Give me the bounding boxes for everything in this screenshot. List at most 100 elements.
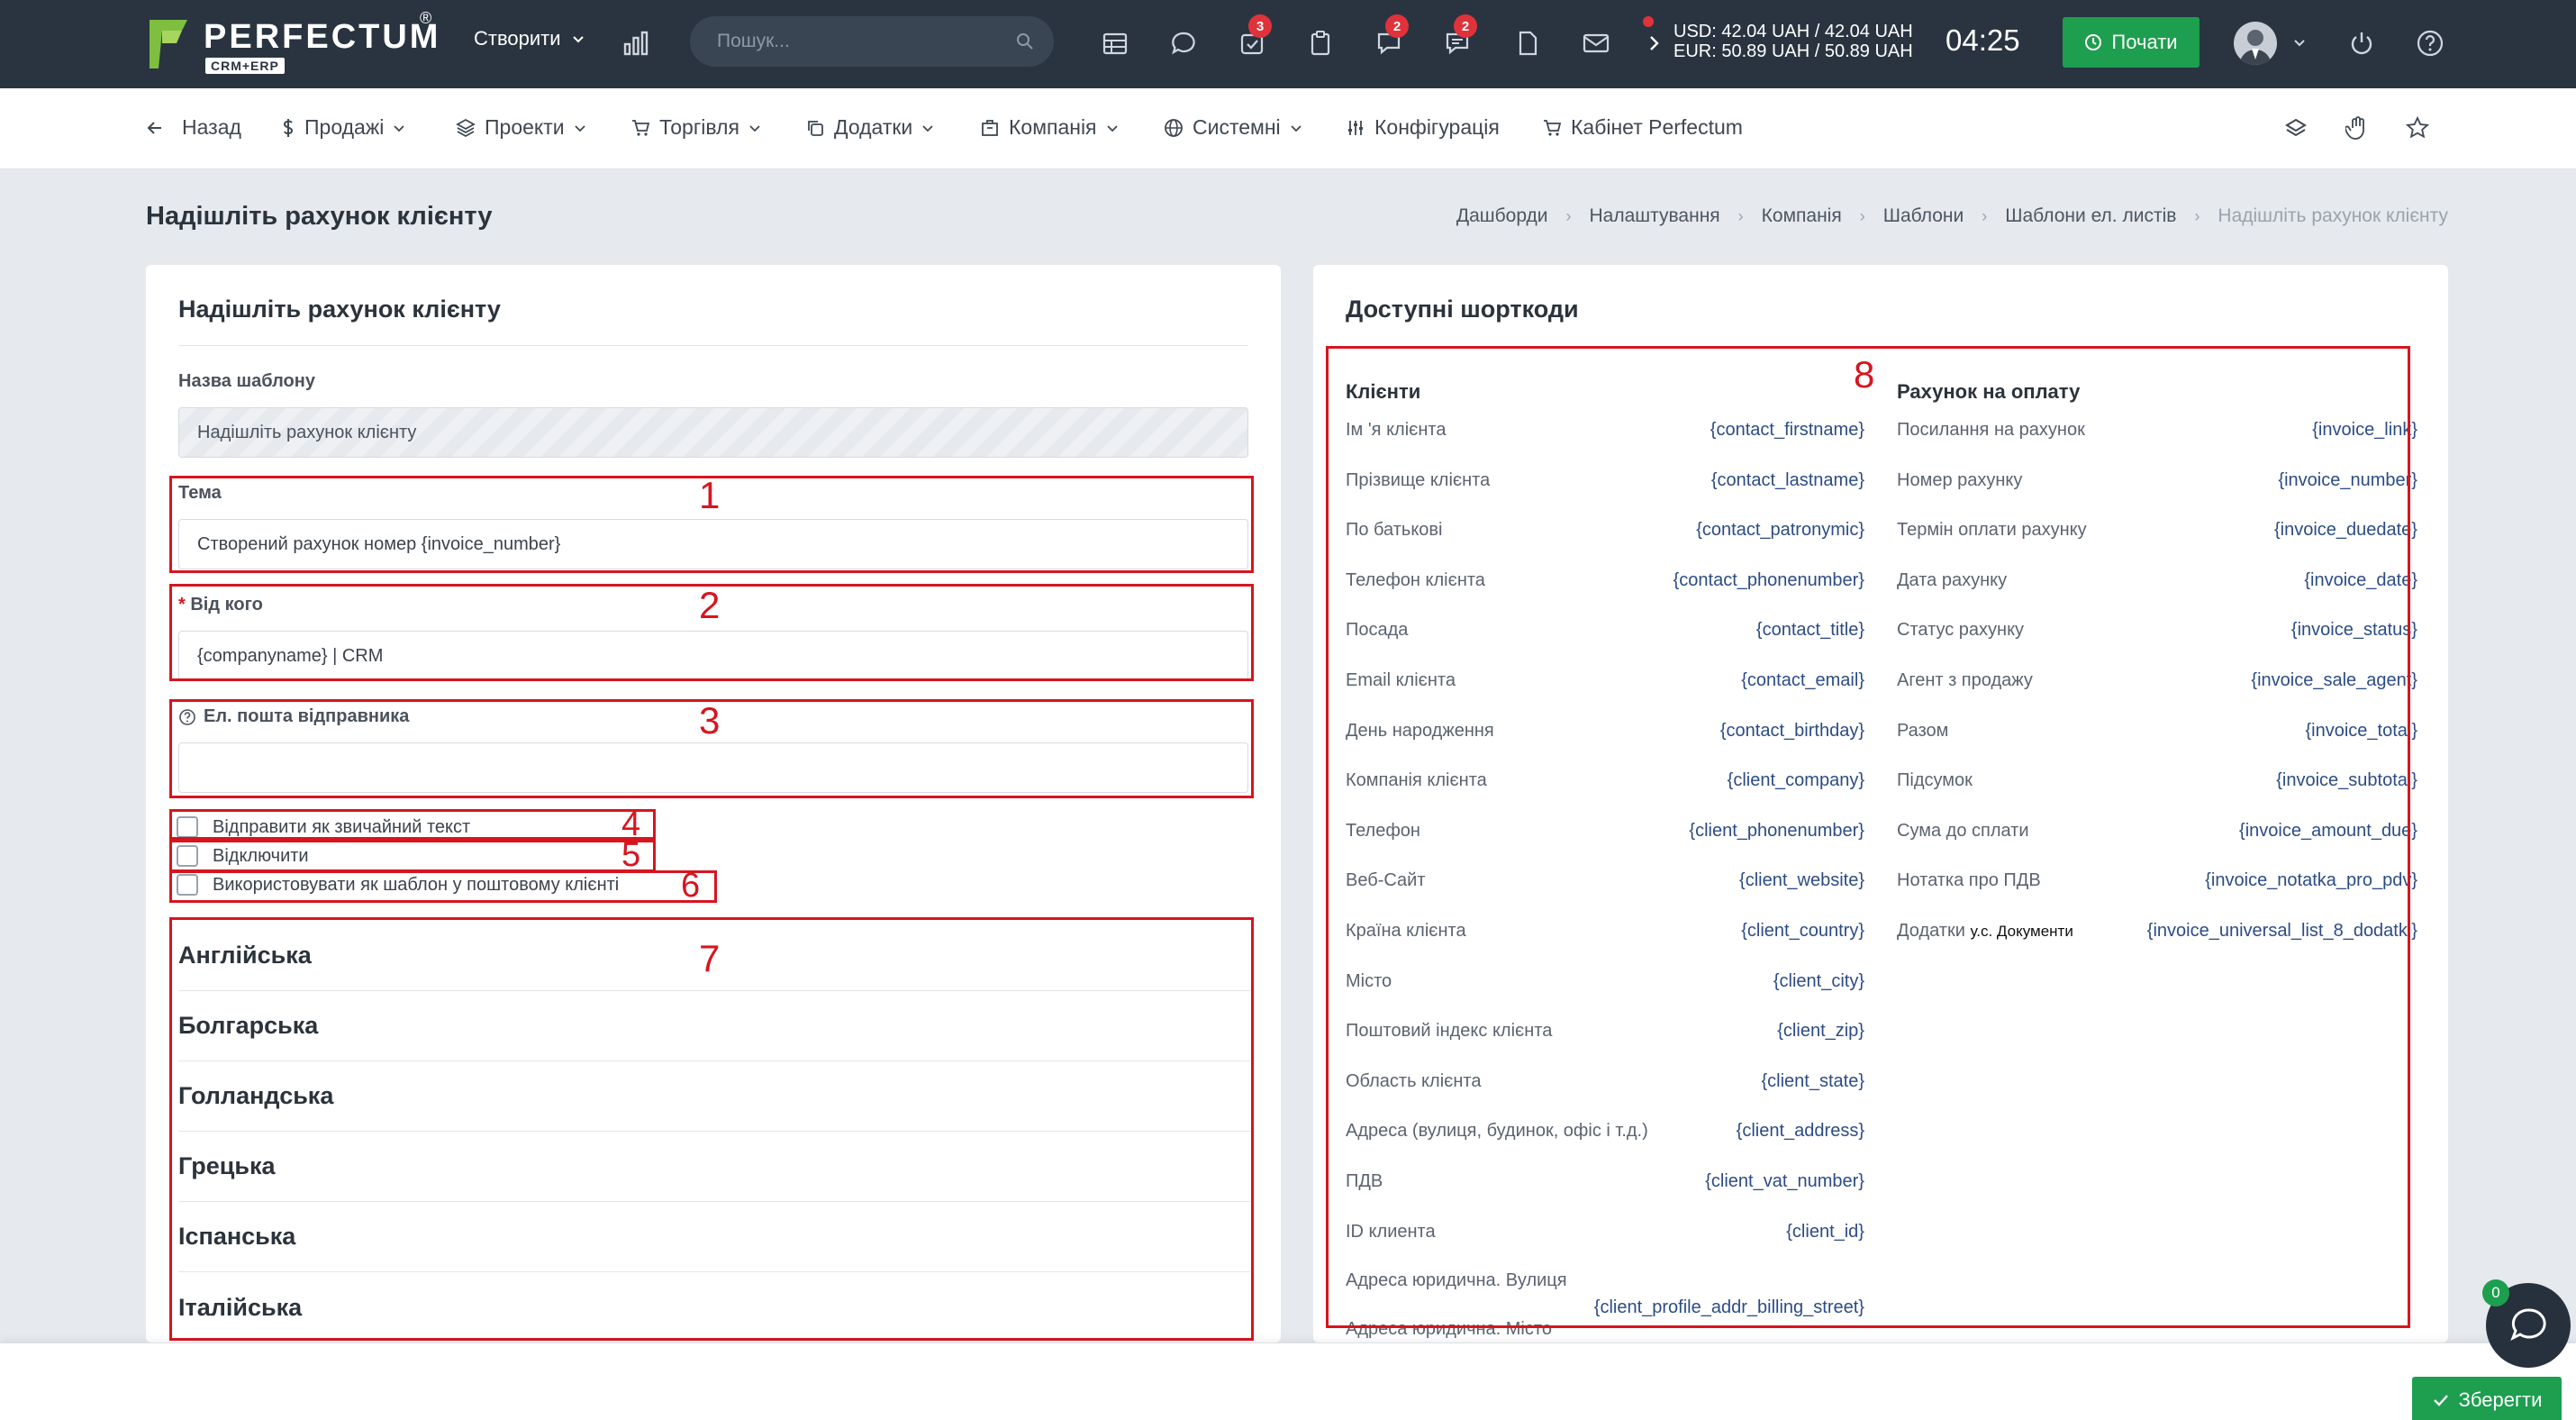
nav-back[interactable]: Назад — [146, 115, 241, 140]
avatar[interactable] — [2234, 22, 2277, 65]
tasks-badge: 3 — [1248, 14, 1272, 38]
annotation-number: 2 — [699, 584, 721, 626]
nav-system[interactable]: Системні — [1164, 115, 1302, 140]
chevron-down-icon — [394, 124, 404, 132]
form-card-title: Надішліть рахунок клієнту — [178, 296, 501, 323]
search-input[interactable] — [717, 27, 1005, 56]
bottom-action-bar — [0, 1343, 2576, 1420]
logo-text: PERFECTUM — [204, 18, 441, 56]
chat-count-badge: 0 — [2482, 1279, 2509, 1306]
annotation-number: 3 — [699, 699, 721, 742]
chevron-right-icon[interactable] — [1648, 34, 1661, 52]
top-bar: PERFECTUM ® CRM+ERP Створити 3 2 2 USD: … — [0, 0, 2576, 88]
divider — [178, 345, 1248, 346]
breadcrumb-item[interactable]: Дашборди — [1456, 205, 1548, 227]
power-icon[interactable] — [2342, 23, 2381, 63]
shortcodes-card-title: Доступні шорткоди — [1346, 296, 1579, 323]
save-label: Зберегти — [2458, 1388, 2543, 1411]
chevron-down-icon — [574, 124, 585, 132]
breadcrumb-item[interactable]: Налаштування — [1590, 205, 1720, 227]
globe-icon — [1165, 118, 1183, 137]
save-button[interactable]: Зберегти — [2412, 1377, 2562, 1420]
breadcrumb-current: Надішліть рахунок клієнту — [2218, 205, 2448, 226]
annotation-number: 8 — [1854, 353, 1875, 396]
page-title: Надішліть рахунок клієнту — [146, 202, 493, 231]
clock-icon — [2085, 34, 2102, 50]
check-icon — [2433, 1395, 2448, 1406]
breadcrumb-separator: › — [1737, 206, 1744, 225]
currency-eur: EUR: 50.89 UAH / 50.89 UAH — [1673, 41, 1913, 61]
nav-config-label: Конфігурація — [1374, 115, 1500, 139]
chevron-down-icon — [922, 124, 933, 132]
currency-usd: USD: 42.04 UAH / 42.04 UAH — [1673, 22, 1913, 41]
annotation-box-4 — [169, 809, 656, 840]
layers-icon[interactable] — [2284, 117, 2308, 141]
breadcrumb-separator: › — [1565, 206, 1572, 225]
breadcrumb-item[interactable]: Компанія — [1762, 205, 1842, 227]
nav-sales[interactable]: Продажі — [281, 115, 405, 140]
nav-addons[interactable]: Додатки — [805, 115, 934, 140]
nav-cabinet-label: Кабінет Perfectum — [1571, 115, 1743, 139]
help-icon[interactable] — [2410, 23, 2450, 63]
breadcrumb-separator: › — [2194, 206, 2200, 225]
logo-subtitle: CRM+ERP — [205, 58, 285, 74]
breadcrumb-separator: › — [1859, 206, 1865, 225]
sliders-icon — [1348, 120, 1363, 135]
start-timer-button[interactable]: Почати — [2063, 17, 2200, 68]
cart-icon — [1544, 119, 1562, 136]
nav-bar: Назад Продажі Проекти Торгівля Додатки К… — [0, 88, 2576, 169]
chevron-down-icon — [1106, 124, 1118, 132]
breadcrumb: Дашборди › Налаштування › Компанія › Шаблон… — [1456, 205, 2448, 227]
comments-badge: 2 — [1454, 14, 1477, 38]
annotation-box-7 — [169, 917, 1254, 1341]
breadcrumb-item[interactable]: Шаблони — [1883, 205, 1964, 227]
notification-dot — [1643, 16, 1654, 27]
chevron-down-icon — [572, 36, 584, 43]
reports-icon[interactable] — [616, 23, 656, 63]
nav-projects-label: Проекти — [485, 115, 565, 139]
star-icon[interactable] — [2405, 115, 2430, 141]
chevron-down-icon — [1291, 124, 1302, 132]
calendar-table-icon[interactable] — [1095, 23, 1135, 63]
nav-sales-label: Продажі — [304, 115, 385, 139]
nav-company[interactable]: Компанія — [980, 115, 1119, 140]
logo-icon[interactable] — [146, 16, 191, 72]
annotation-number: 6 — [681, 867, 701, 905]
annotation-number: 1 — [699, 474, 721, 516]
hand-icon[interactable] — [2345, 115, 2369, 141]
nav-config[interactable]: Конфігурація — [1346, 115, 1500, 140]
chat-icon[interactable] — [1164, 23, 1203, 63]
cart-icon — [632, 119, 650, 136]
nav-projects[interactable]: Проекти — [456, 115, 586, 140]
timer-display: 04:25 — [1946, 23, 2020, 57]
annotation-box-8 — [1326, 346, 2410, 1328]
breadcrumb-separator: › — [1982, 206, 1988, 225]
start-label: Почати — [2111, 31, 2178, 53]
nav-back-label: Назад — [182, 115, 241, 139]
template-name-label: Назва шаблону — [178, 371, 315, 391]
search-icon[interactable] — [1016, 32, 1034, 50]
nav-company-label: Компанія — [1009, 115, 1097, 139]
nav-trade[interactable]: Торгівля — [630, 115, 761, 140]
nav-cabinet[interactable]: Кабінет Perfectum — [1542, 115, 1743, 140]
dollar-icon — [283, 118, 294, 137]
annotation-box-5 — [169, 840, 656, 872]
nav-trade-label: Торгівля — [659, 115, 739, 139]
annotation-number: 5 — [621, 836, 641, 874]
annotation-number: 7 — [699, 937, 721, 979]
nav-addons-label: Додатки — [834, 115, 913, 139]
mail-icon[interactable] — [1576, 23, 1616, 63]
create-menu[interactable]: Створити — [474, 27, 585, 50]
breadcrumb-item[interactable]: Шаблони ел. листів — [2005, 205, 2176, 227]
clipboard-icon[interactable] — [1301, 23, 1340, 63]
document-icon[interactable] — [1508, 23, 1547, 63]
create-label: Створити — [474, 27, 561, 50]
copy-icon — [808, 120, 823, 136]
user-menu-chevron-icon[interactable] — [2293, 36, 2306, 49]
chat-bubble-icon — [2510, 1308, 2546, 1342]
layers-icon — [456, 118, 476, 137]
arrow-left-icon — [147, 121, 161, 134]
logo-registered: ® — [420, 9, 432, 27]
annotation-box-6 — [169, 870, 717, 903]
search-box — [690, 16, 1054, 67]
